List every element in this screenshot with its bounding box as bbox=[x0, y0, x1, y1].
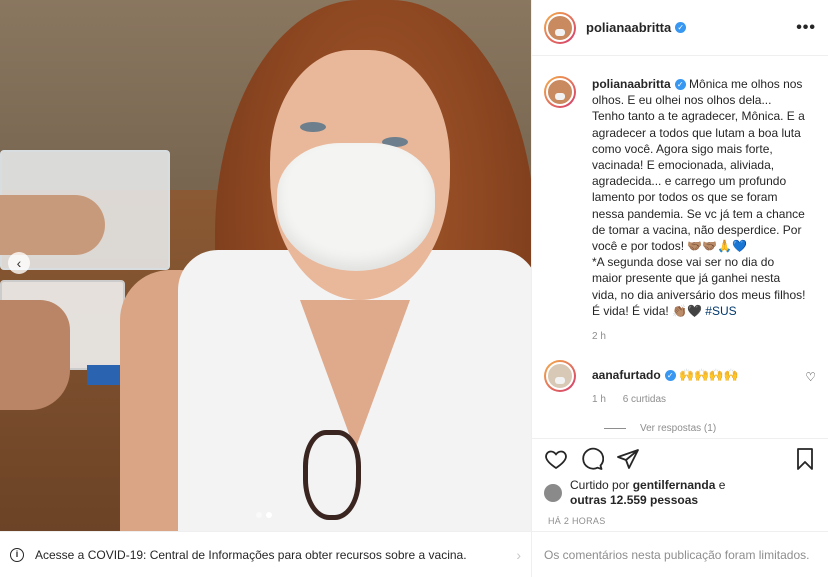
photo-nurse-arm bbox=[0, 300, 70, 410]
view-replies-label[interactable]: Ver respostas (1) bbox=[640, 423, 716, 434]
comment-text: 🙌🙌🙌🙌 bbox=[679, 368, 739, 383]
photo-nurse-hand bbox=[0, 195, 105, 255]
verified-badge-icon: ✓ bbox=[675, 22, 687, 33]
replies-divider bbox=[604, 428, 626, 430]
carousel-dot bbox=[256, 512, 262, 518]
verified-badge-icon: ✓ bbox=[674, 79, 686, 90]
author-avatar[interactable] bbox=[544, 11, 576, 44]
likes-prefix: Curtido por bbox=[570, 478, 633, 492]
caption-username[interactable]: polianaabritta bbox=[592, 77, 671, 91]
liker-avatar[interactable] bbox=[544, 484, 562, 502]
post-header: polianaabritta ✓ ••• bbox=[532, 0, 828, 56]
photo-eye-left bbox=[300, 122, 326, 132]
view-replies[interactable]: Ver respostas (1) bbox=[604, 423, 816, 434]
caption-avatar[interactable] bbox=[544, 76, 576, 108]
comments-limited-text: Os comentários nesta publicação foram li… bbox=[544, 547, 810, 562]
comment-time: 1 h bbox=[592, 394, 606, 406]
caption-text-block: polianaabritta ✓ Mônica me olhos nos olho… bbox=[592, 76, 807, 319]
caption-text: Mônica me olhos nos olhos. E eu olhei no… bbox=[592, 77, 806, 318]
likes-middle: e bbox=[715, 478, 726, 492]
post-side-panel: polianaabritta ✓ ••• polianaabritta ✓ Môn… bbox=[531, 0, 828, 531]
covid-info-banner[interactable]: i Acesse a COVID-19: Central de Informaç… bbox=[0, 531, 531, 577]
comments-limited-notice: Os comentários nesta publicação foram li… bbox=[531, 531, 828, 577]
comment-username[interactable]: aanafurtado bbox=[592, 368, 661, 382]
likes-summary: Curtido por gentilfernanda e outras 12.5… bbox=[544, 478, 725, 508]
post-photo[interactable]: ‹ bbox=[0, 0, 531, 531]
photo-glasses bbox=[303, 430, 361, 520]
verified-badge-icon: ✓ bbox=[664, 370, 676, 382]
photo-face-mask bbox=[277, 143, 435, 271]
comment-body: aanafurtado ✓ 🙌🙌🙌🙌 1 h 6 curtidas bbox=[592, 360, 805, 405]
comment-meta: 1 h 6 curtidas bbox=[592, 394, 805, 405]
covid-banner-text[interactable]: Acesse a COVID-19: Central de Informaçõe… bbox=[35, 548, 467, 562]
liker-username[interactable]: gentilfernanda bbox=[633, 478, 716, 492]
carousel-dot-active bbox=[266, 512, 272, 518]
chevron-right-icon[interactable]: › bbox=[516, 547, 521, 563]
author-username[interactable]: polianaabritta bbox=[586, 20, 671, 35]
photo-neckline bbox=[300, 300, 410, 450]
like-comment-heart-icon[interactable]: ♡ bbox=[805, 370, 816, 405]
comment: aanafurtado ✓ 🙌🙌🙌🙌 1 h 6 curtidas ♡ bbox=[544, 360, 816, 405]
carousel-dots bbox=[256, 512, 272, 518]
commenter-avatar[interactable] bbox=[544, 360, 576, 393]
save-bookmark-icon[interactable] bbox=[793, 447, 817, 471]
likes-others[interactable]: outras 12.559 pessoas bbox=[570, 493, 698, 507]
info-icon: i bbox=[10, 547, 24, 562]
comment-bubble-icon[interactable] bbox=[580, 447, 604, 471]
comments-section: polianaabritta ✓ Mônica me olhos nos olho… bbox=[532, 56, 828, 436]
action-bar bbox=[532, 438, 828, 478]
caption: polianaabritta ✓ Mônica me olhos nos olho… bbox=[544, 76, 816, 319]
hashtag-link[interactable]: #SUS bbox=[705, 304, 736, 318]
post-timestamp[interactable]: HÁ 2 HORAS bbox=[548, 516, 606, 526]
previous-photo-icon[interactable]: ‹ bbox=[8, 252, 30, 274]
caption-time: 2 h bbox=[592, 331, 606, 343]
like-heart-icon[interactable] bbox=[544, 447, 568, 471]
more-options-icon[interactable]: ••• bbox=[796, 19, 816, 37]
comment-likes[interactable]: 6 curtidas bbox=[623, 394, 666, 405]
share-paper-plane-icon[interactable] bbox=[616, 447, 640, 471]
